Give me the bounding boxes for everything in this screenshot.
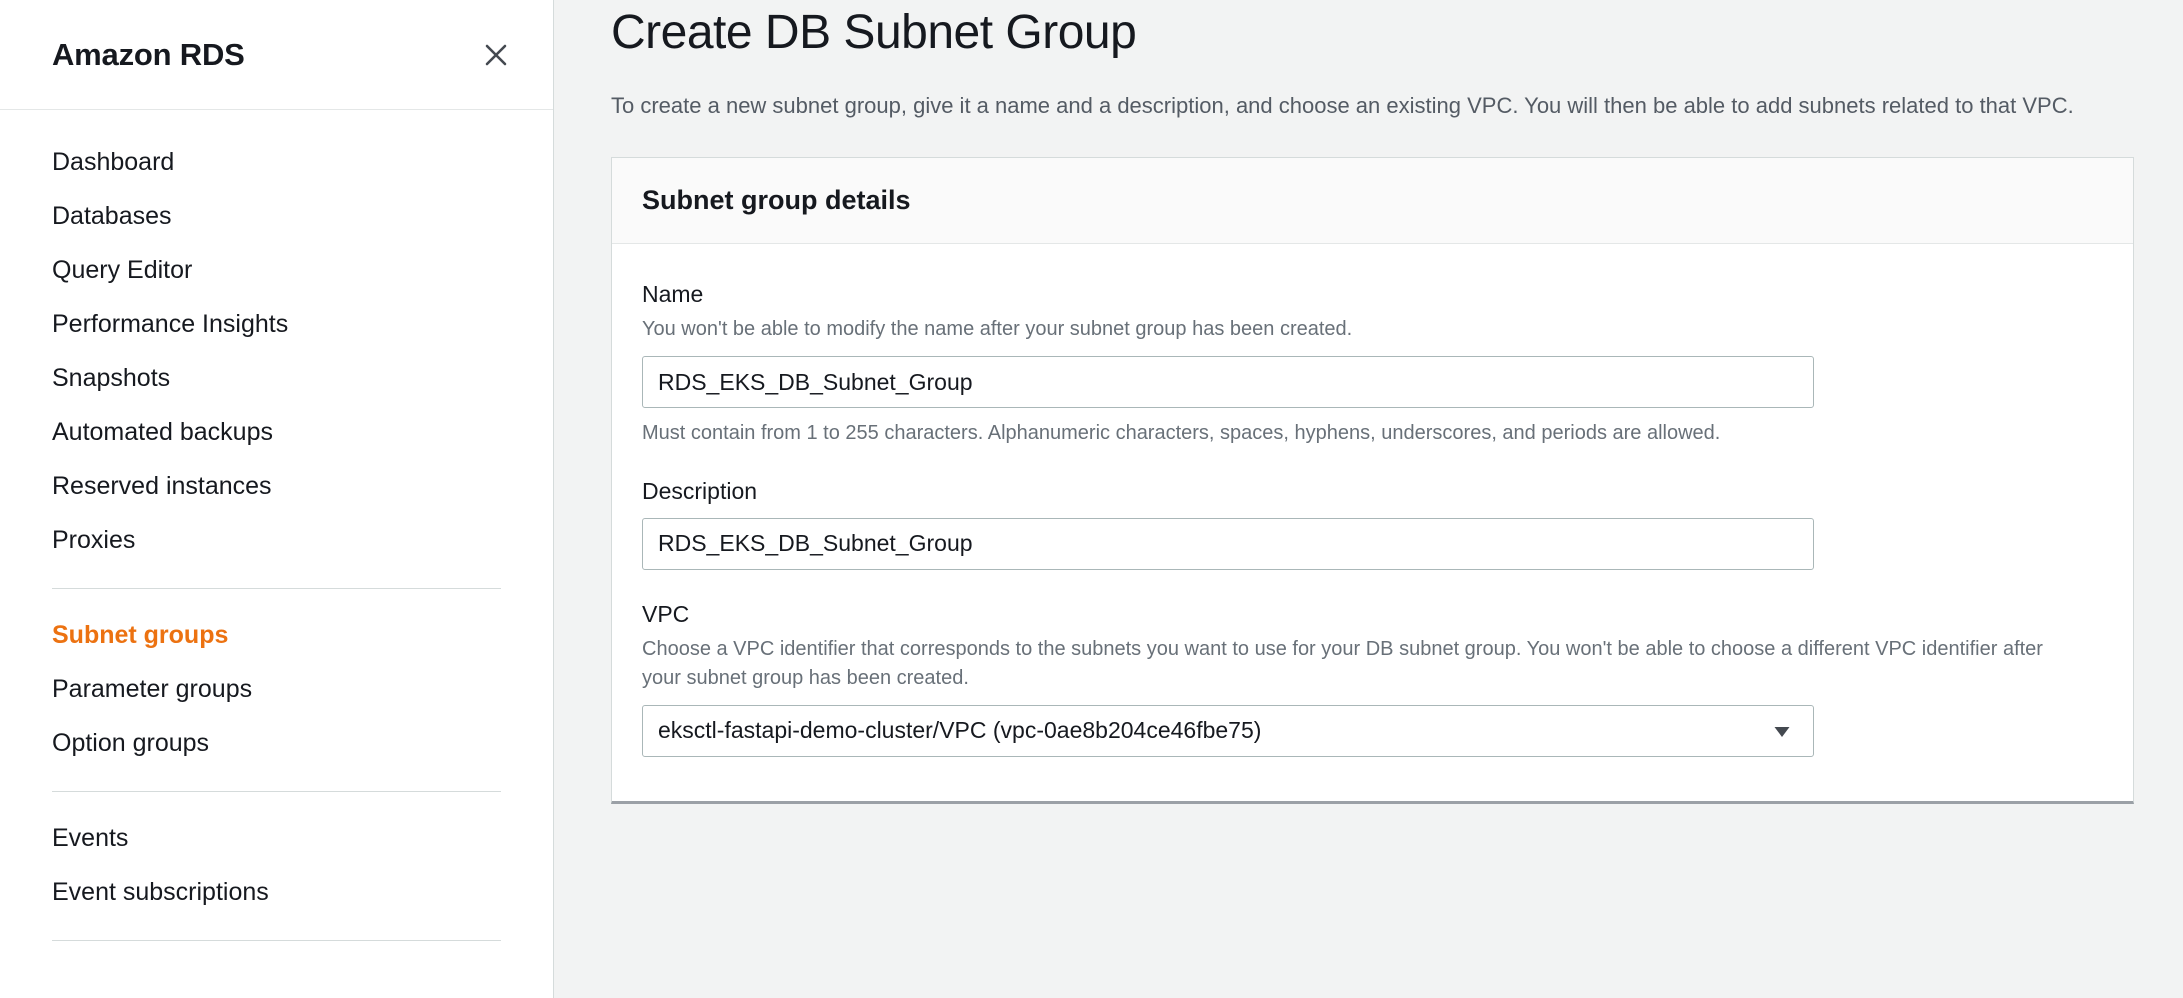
sidebar-item-label: Proxies <box>52 526 135 554</box>
sidebar-item-option-groups[interactable]: Option groups <box>0 717 553 771</box>
description-input[interactable] <box>642 518 1814 570</box>
description-field-group: Description <box>642 477 2103 570</box>
sidebar-item-label: Snapshots <box>52 364 170 392</box>
vpc-select[interactable]: eksctl-fastapi-demo-cluster/VPC (vpc-0ae… <box>642 705 1814 757</box>
card-title: Subnet group details <box>642 185 2103 216</box>
page-title: Create DB Subnet Group <box>611 0 2152 62</box>
vpc-hint: Choose a VPC identifier that corresponds… <box>642 635 2062 693</box>
sidebar-item-label: Reserved instances <box>52 472 272 500</box>
card-body: Name You won't be able to modify the nam… <box>612 244 2133 800</box>
rds-console-page: Amazon RDS Dashboard Databases Query Edi… <box>0 0 2183 998</box>
sidebar-item-label: Automated backups <box>52 418 273 446</box>
vpc-label: VPC <box>642 600 2103 629</box>
name-field-group: Name You won't be able to modify the nam… <box>642 280 2103 447</box>
sidebar-item-label: Events <box>52 824 128 852</box>
sidebar-item-parameter-groups[interactable]: Parameter groups <box>0 663 553 717</box>
card-header: Subnet group details <box>612 158 2133 244</box>
sidebar-header: Amazon RDS <box>0 0 553 110</box>
sidebar-item-events[interactable]: Events <box>0 812 553 866</box>
subnet-group-details-card: Subnet group details Name You won't be a… <box>611 157 2134 803</box>
vpc-selected-value: eksctl-fastapi-demo-cluster/VPC (vpc-0ae… <box>658 717 1261 744</box>
name-hint: You won't be able to modify the name aft… <box>642 315 2062 344</box>
sidebar-item-proxies[interactable]: Proxies <box>0 514 553 568</box>
sidebar-item-label: Query Editor <box>52 256 192 284</box>
sidebar-item-label: Performance Insights <box>52 310 288 338</box>
vpc-field-group: VPC Choose a VPC identifier that corresp… <box>642 600 2103 757</box>
sidebar-item-reserved-instances[interactable]: Reserved instances <box>0 460 553 514</box>
sidebar-item-query-editor[interactable]: Query Editor <box>0 244 553 298</box>
page-subtitle: To create a new subnet group, give it a … <box>611 90 2101 122</box>
close-icon <box>481 40 511 70</box>
sidebar-divider <box>52 791 501 792</box>
sidebar-nav: Dashboard Databases Query Editor Perform… <box>0 110 553 941</box>
close-panel-button[interactable] <box>473 32 519 78</box>
sidebar: Amazon RDS Dashboard Databases Query Edi… <box>0 0 554 998</box>
description-label: Description <box>642 477 2103 506</box>
sidebar-item-label: Subnet groups <box>52 621 228 649</box>
sidebar-item-label: Event subscriptions <box>52 878 269 906</box>
sidebar-title: Amazon RDS <box>52 37 245 73</box>
sidebar-item-snapshots[interactable]: Snapshots <box>0 352 553 406</box>
sidebar-divider <box>52 940 501 941</box>
chevron-down-icon <box>1770 719 1794 743</box>
main-content: Create DB Subnet Group To create a new s… <box>554 0 2183 998</box>
sidebar-item-dashboard[interactable]: Dashboard <box>0 136 553 190</box>
name-constraint-text: Must contain from 1 to 255 characters. A… <box>642 419 2103 447</box>
sidebar-item-subnet-groups[interactable]: Subnet groups <box>0 609 553 663</box>
sidebar-item-label: Option groups <box>52 729 209 757</box>
sidebar-item-databases[interactable]: Databases <box>0 190 553 244</box>
name-label: Name <box>642 280 2103 309</box>
sidebar-item-label: Parameter groups <box>52 675 252 703</box>
name-input[interactable] <box>642 356 1814 408</box>
sidebar-item-label: Databases <box>52 202 172 230</box>
sidebar-item-automated-backups[interactable]: Automated backups <box>0 406 553 460</box>
sidebar-divider <box>52 588 501 589</box>
sidebar-item-event-subscriptions[interactable]: Event subscriptions <box>0 866 553 920</box>
sidebar-item-label: Dashboard <box>52 148 174 176</box>
sidebar-item-performance-insights[interactable]: Performance Insights <box>0 298 553 352</box>
